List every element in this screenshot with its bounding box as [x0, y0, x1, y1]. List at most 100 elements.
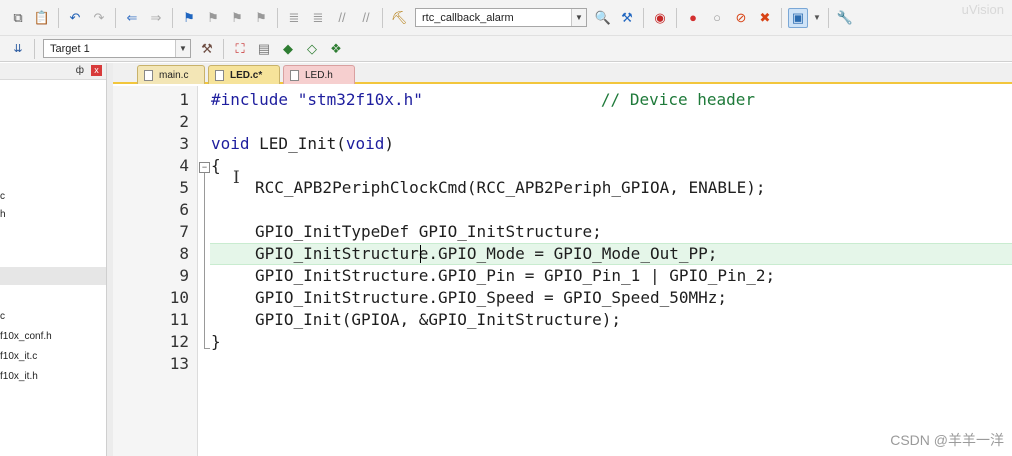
toolbar-separator [382, 7, 383, 28]
select-packs-icon[interactable]: ❖ [326, 39, 346, 59]
breakpoint-clear-icon[interactable]: ✖ [755, 8, 775, 28]
chevron-down-icon[interactable]: ▼ [571, 9, 586, 26]
line-number: 11 [169, 310, 189, 329]
line-number: 6 [179, 200, 189, 219]
tree-item[interactable]: f10x_it.h [0, 371, 38, 382]
tab-label: LED.c* [230, 69, 263, 81]
close-icon[interactable]: x [91, 65, 102, 76]
code-line-1: #include "stm32f10x.h" // Device header [211, 90, 755, 109]
nav-forward-icon[interactable]: ⇒ [146, 8, 166, 28]
line-number: 4 [179, 156, 189, 175]
mouse-ibeam-icon: I [233, 168, 240, 188]
toolbar-separator [115, 7, 116, 28]
file-icon [290, 69, 299, 81]
code-line-12: } [211, 332, 221, 351]
breakpoint-icon[interactable]: ● [683, 8, 703, 28]
line-number: 8 [179, 244, 189, 263]
file-icon [144, 69, 153, 81]
fold-toggle-icon[interactable]: − [199, 162, 210, 173]
indent-icon[interactable]: ≣ [284, 8, 304, 28]
code-line-5: RCC_APB2PeriphClockCmd(RCC_APB2Periph_GP… [255, 178, 766, 197]
nav-back-icon[interactable]: ⇐ [122, 8, 142, 28]
fold-guide-end [204, 348, 210, 349]
target-options-icon[interactable]: ⚒ [197, 39, 217, 59]
build-toolbar: ⇊ Target 1 ▼ ⚒ ⛶ ▤ ◆ ◇ ❖ [0, 36, 1012, 62]
tree-item[interactable]: f10x_it.c [0, 351, 37, 362]
line-number: 12 [169, 332, 189, 351]
line-number: 5 [179, 178, 189, 197]
comment-icon[interactable]: // [332, 8, 352, 28]
breakpoint-kill-icon[interactable]: ⊘ [731, 8, 751, 28]
code-line-3: void LED_Init(void) [211, 134, 394, 153]
window-layout-icon[interactable]: ▣ [788, 7, 808, 28]
paste-icon[interactable]: 📋 [32, 8, 52, 28]
watermark: CSDN @羊羊一洋 [890, 432, 1004, 448]
find-in-files-icon[interactable]: ⛏ [389, 8, 409, 28]
function-select[interactable]: rtc_callback_alarm ▼ [415, 8, 587, 27]
editor-tab-bar: main.c LED.c* LED.h [113, 63, 1012, 84]
project-panel-header: ф x [0, 63, 106, 80]
include-directive: #include "stm32f10x.h" [211, 90, 423, 109]
project-panel: ф x c h c f10x_conf.h f10x_it.c f10x_it.… [0, 63, 107, 456]
line-number: 10 [169, 288, 189, 307]
copy-icon[interactable]: ⧉ [8, 8, 28, 28]
download-icon[interactable]: ⇊ [8, 39, 28, 59]
debug-start-icon[interactable]: ◉ [650, 8, 670, 28]
code-line-9: GPIO_InitStructure.GPIO_Pin = GPIO_Pin_1… [255, 266, 776, 285]
code-line-7: GPIO_InitTypeDef GPIO_InitStructure; [255, 222, 602, 241]
tab-led-h[interactable]: LED.h [283, 65, 355, 84]
file-extensions-icon[interactable]: ▤ [254, 39, 274, 59]
manage-components-icon[interactable]: ⛶ [230, 39, 250, 59]
tab-main-c[interactable]: main.c [137, 65, 205, 84]
bookmark-next-icon[interactable]: ⚑ [227, 8, 247, 28]
tree-item[interactable]: h [0, 209, 6, 220]
unindent-icon[interactable]: ≣ [308, 8, 328, 28]
toolbar-separator [781, 7, 782, 28]
chevron-down-icon[interactable]: ▼ [175, 40, 190, 57]
bookmark-icon[interactable]: ⚑ [179, 8, 199, 28]
code-comment: // Device header [600, 90, 756, 109]
line-number: 7 [179, 222, 189, 241]
toolbar-separator [58, 7, 59, 28]
bookmark-prev-icon[interactable]: ⚑ [203, 8, 223, 28]
line-number: 1 [179, 90, 189, 109]
target-select[interactable]: Target 1 ▼ [43, 39, 191, 58]
code-editor[interactable]: 1 2 3 4 5 6 7 8 9 10 11 12 13 − #include… [113, 86, 1012, 456]
toolbar-separator [172, 7, 173, 28]
run-time-env-icon[interactable]: ◆ [278, 39, 298, 59]
uncomment-icon[interactable]: // [356, 8, 376, 28]
bookmark-clear-icon[interactable]: ⚑ [251, 8, 271, 28]
breakpoint-disable-icon[interactable]: ○ [707, 8, 727, 28]
toolbar-separator [643, 7, 644, 28]
toolbar-separator [828, 7, 829, 28]
tree-item[interactable]: c [0, 191, 5, 202]
tab-led-c[interactable]: LED.c* [208, 65, 280, 84]
toolbar-separator [676, 7, 677, 28]
line-number: 2 [179, 112, 189, 131]
toolbar-separator [223, 38, 224, 59]
main-toolbar: ⧉ 📋 ↶ ↷ ⇐ ⇒ ⚑ ⚑ ⚑ ⚑ ≣ ≣ // // ⛏ rtc_call… [0, 0, 1012, 36]
keyword: void [345, 134, 385, 153]
keyword: void [211, 134, 250, 153]
find-icon[interactable]: 🔍 [593, 8, 613, 28]
code-line-10: GPIO_InitStructure.GPIO_Speed = GPIO_Spe… [255, 288, 728, 307]
line-number-gutter: 1 2 3 4 5 6 7 8 9 10 11 12 13 [113, 86, 198, 456]
code-line-8: GPIO_InitStructure.GPIO_Mode = GPIO_Mode… [255, 244, 718, 263]
tab-label: main.c [159, 69, 189, 81]
code-line-4: { [211, 156, 221, 175]
pin-icon[interactable]: ф [76, 65, 84, 76]
toolbar-separator [34, 38, 35, 59]
fold-guide [204, 173, 205, 348]
selected-tree-row[interactable] [0, 267, 106, 285]
toolbar-separator [277, 7, 278, 28]
wrench-icon[interactable]: 🔧 [835, 8, 855, 28]
redo-icon[interactable]: ↷ [89, 8, 109, 28]
pack-installer-icon[interactable]: ◇ [302, 39, 322, 59]
replace-icon[interactable]: ⚒ [617, 8, 637, 28]
tree-item[interactable]: f10x_conf.h [0, 331, 52, 342]
undo-icon[interactable]: ↶ [65, 8, 85, 28]
chevron-down-icon[interactable]: ▼ [812, 8, 822, 28]
watermark-top: uVision [961, 2, 1004, 17]
tree-item[interactable]: c [0, 311, 5, 322]
paren: ) [384, 134, 395, 153]
